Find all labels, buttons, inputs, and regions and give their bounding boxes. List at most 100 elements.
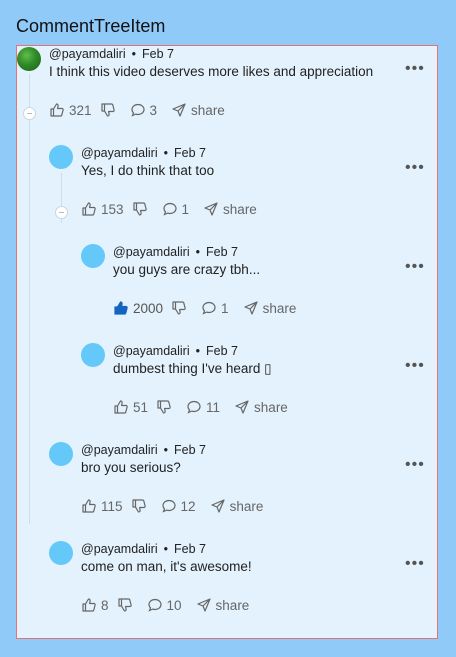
share-arrow-icon [210, 498, 226, 514]
share-button[interactable]: share [243, 300, 297, 316]
comment-date: Feb 7 [142, 47, 174, 61]
thumb-up-filled-icon [113, 300, 129, 316]
comment-meta: @payamdaliri • Feb 7 [49, 47, 174, 61]
reply-button[interactable]: 1 [162, 201, 190, 217]
author-name[interactable]: @payamdaliri [113, 245, 190, 259]
thumb-down-icon[interactable] [132, 201, 148, 217]
comment-meta: @payamdaliri • Feb 7 [81, 542, 206, 556]
share-button[interactable]: share [234, 399, 288, 415]
thumb-down-icon[interactable] [100, 102, 116, 118]
comment-bubble-icon [130, 102, 146, 118]
thumb-down-icon[interactable] [156, 399, 172, 415]
collapse-toggle-icon[interactable] [55, 206, 68, 219]
comment-text: come on man, it's awesome! [81, 559, 252, 574]
comment-text: dumbest thing I've heard ▯ [113, 361, 272, 376]
comment-meta: @payamdaliri • Feb 7 [81, 443, 206, 457]
thread-line [29, 74, 30, 524]
comment-text: I think this video deserves more likes a… [49, 64, 374, 79]
reply-button[interactable]: 1 [201, 300, 229, 316]
collapse-toggle-icon[interactable] [23, 107, 36, 120]
comment-date: Feb 7 [206, 245, 238, 259]
comment-bubble-icon [147, 597, 163, 613]
avatar [49, 541, 73, 565]
more-options-icon[interactable]: ••• [405, 358, 425, 374]
comment-date: Feb 7 [206, 344, 238, 358]
author-name[interactable]: @payamdaliri [113, 344, 190, 358]
comment-meta: @payamdaliri • Feb 7 [113, 245, 238, 259]
more-options-icon[interactable]: ••• [405, 160, 425, 176]
comment-bubble-icon [201, 300, 217, 316]
author-name[interactable]: @payamdaliri [81, 542, 158, 556]
avatar [81, 343, 105, 367]
like-button[interactable]: 115 [81, 498, 123, 514]
reply-count: 3 [149, 102, 158, 118]
reply-button[interactable]: 12 [161, 498, 196, 514]
comment-meta: @payamdaliri • Feb 7 [113, 344, 238, 358]
comment-actions: 153 1 share [81, 201, 257, 217]
comment-date: Feb 7 [174, 542, 206, 556]
comment-meta: @payamdaliri • Feb 7 [81, 146, 206, 160]
separator-dot: • [131, 47, 136, 61]
like-count: 51 [133, 399, 149, 415]
comment-bubble-icon [162, 201, 178, 217]
comment-actions: 51 11 share [113, 399, 288, 415]
thumb-up-icon [81, 498, 97, 514]
share-button[interactable]: share [196, 597, 249, 613]
thumb-down-icon[interactable] [171, 300, 187, 316]
more-options-icon[interactable]: ••• [405, 61, 425, 77]
more-options-icon[interactable]: ••• [405, 457, 425, 473]
like-count: 2000 [133, 300, 164, 316]
like-button[interactable]: 153 [81, 201, 124, 217]
thumb-up-icon [113, 399, 129, 415]
separator-dot: • [195, 344, 200, 358]
separator-dot: • [163, 542, 168, 556]
like-button-active[interactable]: 2000 [113, 300, 163, 316]
avatar [81, 244, 105, 268]
share-arrow-icon [234, 399, 250, 415]
reply-button[interactable]: 11 [186, 399, 220, 415]
reply-count: 1 [181, 201, 190, 217]
comment-actions: 8 10 share [81, 597, 249, 613]
share-arrow-icon [196, 597, 212, 613]
like-count: 321 [69, 102, 92, 118]
reply-button[interactable]: 10 [147, 597, 182, 613]
author-name[interactable]: @payamdaliri [49, 47, 126, 61]
comment-actions: 321 3 share [49, 102, 225, 118]
separator-dot: • [163, 443, 168, 457]
share-label: share [262, 300, 297, 316]
comment-text: Yes, I do think that too [81, 163, 215, 178]
more-options-icon[interactable]: ••• [405, 259, 425, 275]
reply-count: 10 [166, 597, 182, 613]
avatar [17, 47, 41, 71]
reply-count: 11 [206, 399, 221, 415]
comment-actions: 2000 1 share [113, 300, 296, 316]
like-button[interactable]: 51 [113, 399, 148, 415]
more-options-icon[interactable]: ••• [405, 556, 425, 572]
share-button[interactable]: share [210, 498, 264, 514]
like-button[interactable]: 8 [81, 597, 109, 613]
reply-count: 1 [221, 300, 229, 316]
separator-dot: • [195, 245, 200, 259]
share-button[interactable]: share [171, 102, 225, 118]
author-name[interactable]: @payamdaliri [81, 443, 158, 457]
reply-button[interactable]: 3 [130, 102, 158, 118]
like-count: 8 [101, 597, 109, 613]
thumb-up-icon [81, 201, 97, 217]
thumb-down-icon[interactable] [117, 597, 133, 613]
share-label: share [254, 399, 288, 415]
thumb-down-icon[interactable] [131, 498, 147, 514]
avatar [49, 442, 73, 466]
author-name[interactable]: @payamdaliri [81, 146, 158, 160]
comment-text: bro you serious? [81, 460, 181, 475]
comment-tree: @payamdaliri • Feb 7 I think this video de… [16, 45, 438, 639]
share-button[interactable]: share [203, 201, 257, 217]
comment-bubble-icon [186, 399, 202, 415]
share-label: share [229, 498, 264, 514]
like-count: 153 [101, 201, 124, 217]
share-label: share [223, 201, 257, 217]
avatar [49, 145, 73, 169]
like-button[interactable]: 321 [49, 102, 92, 118]
separator-dot: • [163, 146, 168, 160]
comment-date: Feb 7 [174, 443, 206, 457]
thumb-up-icon [49, 102, 65, 118]
